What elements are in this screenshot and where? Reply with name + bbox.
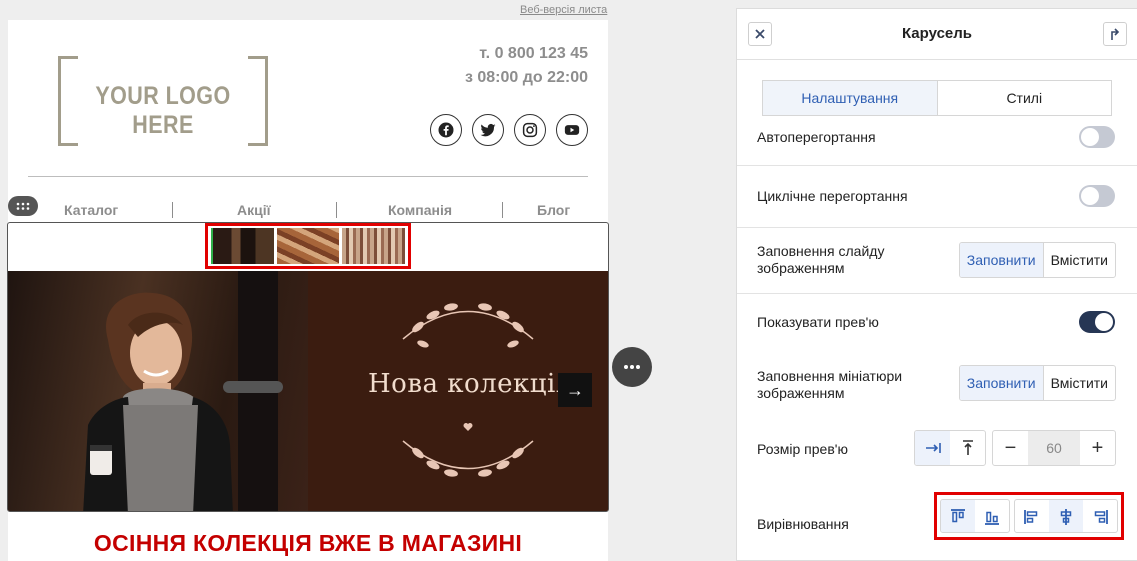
carousel-next-button[interactable]: → xyxy=(558,373,592,407)
facebook-icon[interactable] xyxy=(430,114,462,146)
align-left-button[interactable] xyxy=(1015,500,1049,532)
show-preview-label: Показувати прев'ю xyxy=(757,314,879,330)
arrow-right-bar-icon xyxy=(925,443,941,453)
logo-placeholder[interactable]: YOUR LOGO HERE xyxy=(58,56,268,146)
youtube-icon[interactable] xyxy=(556,114,588,146)
autoscroll-label: Автоперегортання xyxy=(757,129,876,145)
thumb-fill-option-fit[interactable]: Вмістити xyxy=(1044,366,1115,400)
loop-label: Циклічне перегортання xyxy=(757,188,908,204)
header-divider xyxy=(28,176,588,177)
preview-size-stepper: − 60 + xyxy=(992,430,1116,466)
nav-separator xyxy=(336,202,337,218)
height-direction-button[interactable] xyxy=(950,431,985,465)
arrow-up-bar-icon xyxy=(962,440,973,455)
align-right-icon xyxy=(1094,510,1108,524)
nav-separator xyxy=(172,202,173,218)
preview-size-label: Розмір прев'ю xyxy=(757,441,848,457)
web-version-link[interactable]: Веб-версія листа xyxy=(520,4,607,16)
preview-size-input[interactable]: 60 xyxy=(1028,431,1080,465)
vertical-alignment-group xyxy=(940,499,1010,533)
hours-text: з 08:00 до 22:00 xyxy=(464,69,588,86)
toggle-knob xyxy=(1081,128,1099,146)
contacts-block[interactable]: т. 0 800 123 45 з 08:00 до 22:00 xyxy=(465,42,588,90)
align-bottom-button[interactable] xyxy=(975,500,1009,532)
grip-dots-icon xyxy=(16,202,30,210)
slide-fill-label: Заповнення слайду зображенням xyxy=(757,243,885,276)
thumb-fill-segmented: Заповнити Вмістити xyxy=(958,365,1116,401)
block-drag-handle[interactable] xyxy=(8,196,38,216)
instagram-icon[interactable] xyxy=(514,114,546,146)
preview-size-controls: − 60 + xyxy=(914,430,1116,466)
slide-door-handle xyxy=(223,381,283,393)
nav-separator xyxy=(502,202,503,218)
slide-fill-option-fill[interactable]: Заповнити xyxy=(959,243,1044,277)
email-nav: Каталог Акції Компанія Блог xyxy=(8,202,608,220)
alignment-controls xyxy=(934,492,1124,540)
toggle-knob xyxy=(1095,313,1113,331)
autoscroll-toggle[interactable] xyxy=(1079,126,1115,148)
select-parent-button[interactable] xyxy=(1103,22,1127,46)
panel-header: Карусель xyxy=(737,9,1137,60)
align-center-icon xyxy=(1060,509,1072,525)
align-center-button[interactable] xyxy=(1049,500,1083,532)
nav-item-promotions[interactable]: Акції xyxy=(237,202,271,218)
thumbnail-1[interactable] xyxy=(211,228,274,264)
show-preview-toggle[interactable] xyxy=(1079,311,1115,333)
nav-item-blog[interactable]: Блог xyxy=(537,202,570,218)
setting-slide-fill: Заповнення слайду зображенням Заповнити … xyxy=(737,227,1137,293)
carousel-thumbnails xyxy=(205,223,411,269)
block-more-options-button[interactable] xyxy=(612,347,652,387)
more-dots-icon xyxy=(624,365,640,369)
logo-text: YOUR LOGO HERE xyxy=(95,82,231,139)
setting-autoscroll: Автоперегортання xyxy=(737,119,1137,164)
thumbnail-2[interactable] xyxy=(276,228,340,264)
woman-photo xyxy=(83,292,233,511)
align-left-icon xyxy=(1024,510,1038,524)
toggle-knob xyxy=(1081,187,1099,205)
align-top-icon xyxy=(951,509,965,523)
thumb-fill-option-fill[interactable]: Заповнити xyxy=(959,366,1044,400)
arrow-up-icon xyxy=(1111,28,1120,40)
align-bottom-icon xyxy=(985,511,999,525)
slide-fill-option-fit[interactable]: Вмістити xyxy=(1044,243,1115,277)
twitter-icon[interactable] xyxy=(472,114,504,146)
align-right-button[interactable] xyxy=(1083,500,1117,532)
carousel-slide[interactable]: Нова колекція → xyxy=(8,271,608,511)
phone-text: т. 0 800 123 45 xyxy=(479,45,588,62)
social-icons xyxy=(430,114,588,146)
slide-title: Нова колекція xyxy=(368,369,573,399)
nav-item-catalog[interactable]: Каталог xyxy=(64,202,118,218)
alignment-label: Вирівнювання xyxy=(757,516,849,532)
decrement-button[interactable]: − xyxy=(993,431,1028,465)
settings-panel: Карусель Налаштування Стилі Автоперегорт… xyxy=(736,8,1137,561)
panel-title: Карусель xyxy=(901,25,973,42)
carousel-block[interactable]: Нова колекція → xyxy=(7,222,609,512)
tab-styles[interactable]: Стилі xyxy=(938,81,1112,115)
setting-thumb-fill: Заповнення мініатюри зображенням Заповни… xyxy=(737,349,1137,419)
increment-button[interactable]: + xyxy=(1080,431,1115,465)
align-top-button[interactable] xyxy=(941,500,975,532)
loop-toggle[interactable] xyxy=(1079,185,1115,207)
headline-text[interactable]: ОСІННЯ КОЛЕКЦІЯ ВЖЕ В МАГАЗИНІ xyxy=(8,530,608,557)
slide-fill-segmented: Заповнити Вмістити xyxy=(958,242,1116,278)
wreath-top-decoration xyxy=(402,303,534,348)
thumbnail-3[interactable] xyxy=(342,228,405,264)
wreath-bottom-decoration xyxy=(402,423,534,477)
thumb-fill-label: Заповнення мініатюри зображенням xyxy=(757,368,903,401)
nav-item-company[interactable]: Компанія xyxy=(388,202,452,218)
setting-loop: Циклічне перегортання xyxy=(737,165,1137,227)
width-direction-button[interactable] xyxy=(915,431,950,465)
panel-tabs: Налаштування Стилі xyxy=(762,80,1112,116)
preview-size-direction xyxy=(914,430,986,466)
tab-settings[interactable]: Налаштування xyxy=(763,81,938,115)
setting-show-preview: Показувати прев'ю xyxy=(737,293,1137,349)
horizontal-alignment-group xyxy=(1014,499,1118,533)
